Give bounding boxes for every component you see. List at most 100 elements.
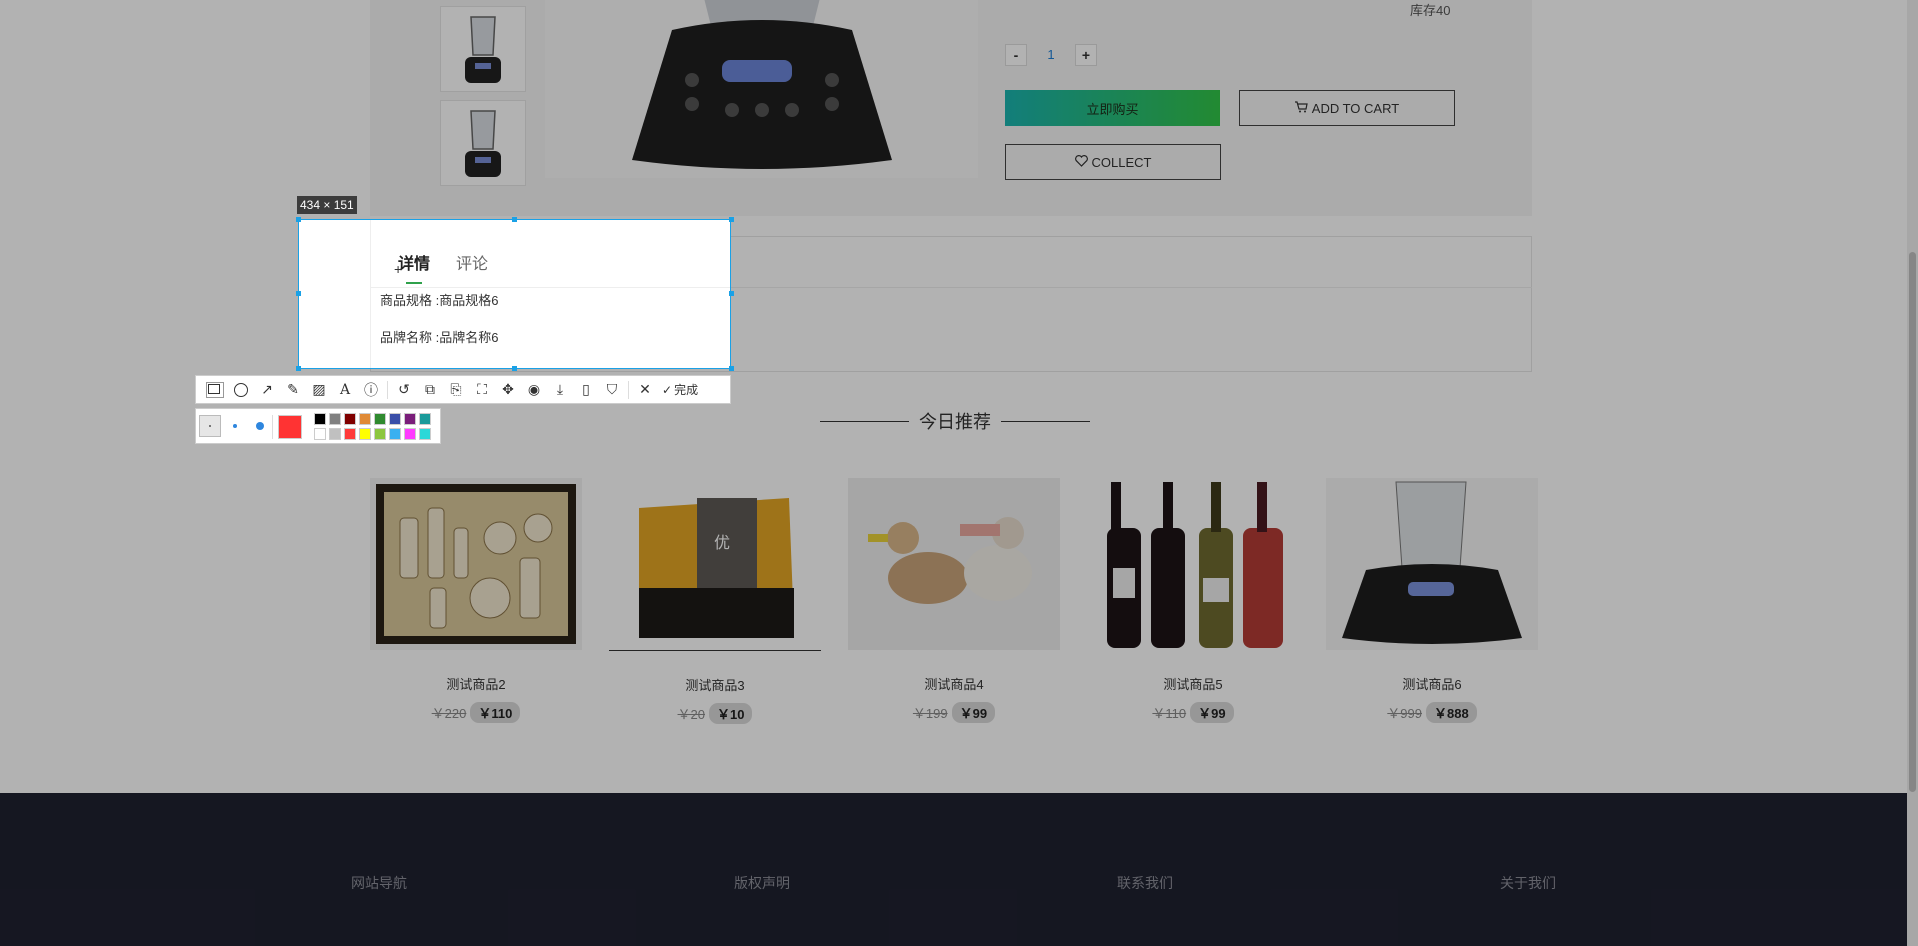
color-swatch[interactable] xyxy=(314,428,326,440)
undo-button[interactable]: ↺ xyxy=(391,376,417,403)
color-swatch[interactable] xyxy=(419,428,431,440)
svg-text:优: 优 xyxy=(714,533,730,552)
sale-price: ￥888 xyxy=(1426,702,1477,723)
resize-handle-bottom[interactable] xyxy=(512,366,517,371)
sale-price: ￥99 xyxy=(1190,702,1234,723)
scroll-capture-icon: ⛶ xyxy=(477,381,487,397)
pen-size-large[interactable] xyxy=(249,415,271,437)
product-name: 测试商品3 xyxy=(685,678,745,693)
color-swatch[interactable] xyxy=(344,413,356,425)
quantity-stepper: - 1 + xyxy=(1005,43,1097,67)
resize-handle-top[interactable] xyxy=(512,217,517,222)
product-thumbnail[interactable] xyxy=(440,6,526,92)
product-main-image xyxy=(545,0,978,178)
resize-handle-top-left[interactable] xyxy=(296,217,301,222)
resize-handle-right[interactable] xyxy=(729,291,734,296)
footer-link-site-nav[interactable]: 网站导航 xyxy=(351,873,407,893)
color-swatch[interactable] xyxy=(389,428,401,440)
pen-tool-button[interactable]: ✎ xyxy=(280,376,306,403)
download-button[interactable]: ⤓ xyxy=(547,376,573,403)
product-card[interactable]: 优 测试商品3 ￥20 ￥10 xyxy=(609,478,821,724)
sale-price: ￥99 xyxy=(951,702,996,723)
download-icon: ⤓ xyxy=(556,381,564,397)
original-price: ￥110 xyxy=(1152,706,1187,721)
color-swatch[interactable] xyxy=(374,428,386,440)
color-swatch[interactable] xyxy=(329,413,341,425)
scrollbar-thumb[interactable] xyxy=(1909,252,1916,792)
resize-handle-left[interactable] xyxy=(296,291,301,296)
mosaic-tool-button[interactable]: ▨ xyxy=(306,376,332,403)
color-swatch[interactable] xyxy=(404,413,416,425)
translate-button[interactable]: ⎘ xyxy=(443,376,469,403)
product-card[interactable]: 测试商品4 ￥199 ￥99 xyxy=(848,478,1060,723)
add-to-cart-button[interactable]: ADD TO CART xyxy=(1239,90,1455,126)
heading-rule-left xyxy=(820,420,909,422)
cancel-button[interactable]: ✕ xyxy=(632,376,658,403)
pin-button[interactable]: ✥ xyxy=(495,376,521,403)
ocr-button[interactable]: ⧉ xyxy=(417,376,443,403)
product-name: 测试商品5 xyxy=(1163,677,1223,692)
rectangle-tool-button[interactable] xyxy=(202,376,228,403)
text-tool-button[interactable]: A xyxy=(332,376,358,403)
done-button[interactable]: ✓ 完成 xyxy=(658,381,698,398)
footer-link-copyright[interactable]: 版权声明 xyxy=(734,873,790,893)
pen-icon: ✎ xyxy=(287,381,299,397)
color-swatch[interactable] xyxy=(329,428,341,440)
stock-text: 库存40 xyxy=(1410,3,1451,18)
resize-handle-bottom-left[interactable] xyxy=(296,366,301,371)
product-card[interactable]: 测试商品2 ￥220 ￥110 xyxy=(370,478,582,723)
done-label: 完成 xyxy=(674,383,699,397)
color-swatch[interactable] xyxy=(404,428,416,440)
text-icon: A xyxy=(339,381,351,398)
undo-icon: ↺ xyxy=(398,381,410,397)
quantity-decrease-button[interactable]: - xyxy=(1005,44,1027,66)
rectangle-icon xyxy=(206,381,224,398)
sale-price: ￥10 xyxy=(709,703,753,724)
pen-size-medium[interactable] xyxy=(224,415,246,437)
resize-handle-bottom-right[interactable] xyxy=(729,366,734,371)
color-swatch[interactable] xyxy=(344,428,356,440)
product-card[interactable]: 测试商品5 ￥110 ￥99 xyxy=(1087,478,1299,723)
check-icon: ✓ xyxy=(662,382,673,397)
product-image xyxy=(848,478,1060,650)
footer-link-contact[interactable]: 联系我们 xyxy=(1117,873,1173,893)
arrow-tool-button[interactable]: ↗ xyxy=(254,376,280,403)
number-tool-button[interactable]: ⓘ xyxy=(358,376,384,403)
quantity-increase-button[interactable]: + xyxy=(1075,44,1097,66)
collect-button[interactable]: COLLECT xyxy=(1005,144,1221,180)
pin-icon: ✥ xyxy=(502,381,514,397)
product-card[interactable]: 测试商品6 ￥999 ￥888 xyxy=(1326,478,1538,723)
phone-button[interactable]: ▯ xyxy=(573,376,599,403)
footer-link-about[interactable]: 关于我们 xyxy=(1500,873,1556,893)
color-swatch[interactable] xyxy=(359,413,371,425)
quantity-input[interactable]: 1 xyxy=(1033,44,1069,66)
original-price: ￥20 xyxy=(677,707,705,722)
color-swatch[interactable] xyxy=(389,413,401,425)
arrow-icon: ↗ xyxy=(261,381,273,397)
product-thumbnail[interactable] xyxy=(440,100,526,186)
pen-size-small[interactable] xyxy=(199,415,221,437)
record-button[interactable]: ◉ xyxy=(521,376,547,403)
product-name: 测试商品4 xyxy=(924,677,984,692)
ocr-icon: ⧉ xyxy=(425,381,435,397)
color-swatch-grid xyxy=(314,413,431,440)
color-swatch[interactable] xyxy=(419,413,431,425)
toolbar-separator xyxy=(628,380,629,399)
buy-now-label: 立即购买 xyxy=(1086,101,1139,117)
ellipse-tool-button[interactable] xyxy=(228,376,254,403)
scroll-capture-button[interactable]: ⛶ xyxy=(469,376,495,403)
original-price: ￥220 xyxy=(431,706,467,721)
medium-dot-icon xyxy=(233,424,237,428)
original-price: ￥999 xyxy=(1387,706,1422,721)
heart-icon xyxy=(1074,154,1088,170)
large-dot-icon xyxy=(256,422,264,430)
color-swatch[interactable] xyxy=(359,428,371,440)
buy-now-button[interactable]: 立即购买 xyxy=(1005,90,1220,126)
product-image xyxy=(1326,478,1538,650)
resize-handle-top-right[interactable] xyxy=(729,217,734,222)
current-color-swatch[interactable] xyxy=(278,415,302,439)
color-swatch[interactable] xyxy=(374,413,386,425)
collect-label: COLLECT xyxy=(1091,154,1152,170)
color-swatch[interactable] xyxy=(314,413,326,425)
bookmark-button[interactable]: ⛉ xyxy=(599,376,625,403)
